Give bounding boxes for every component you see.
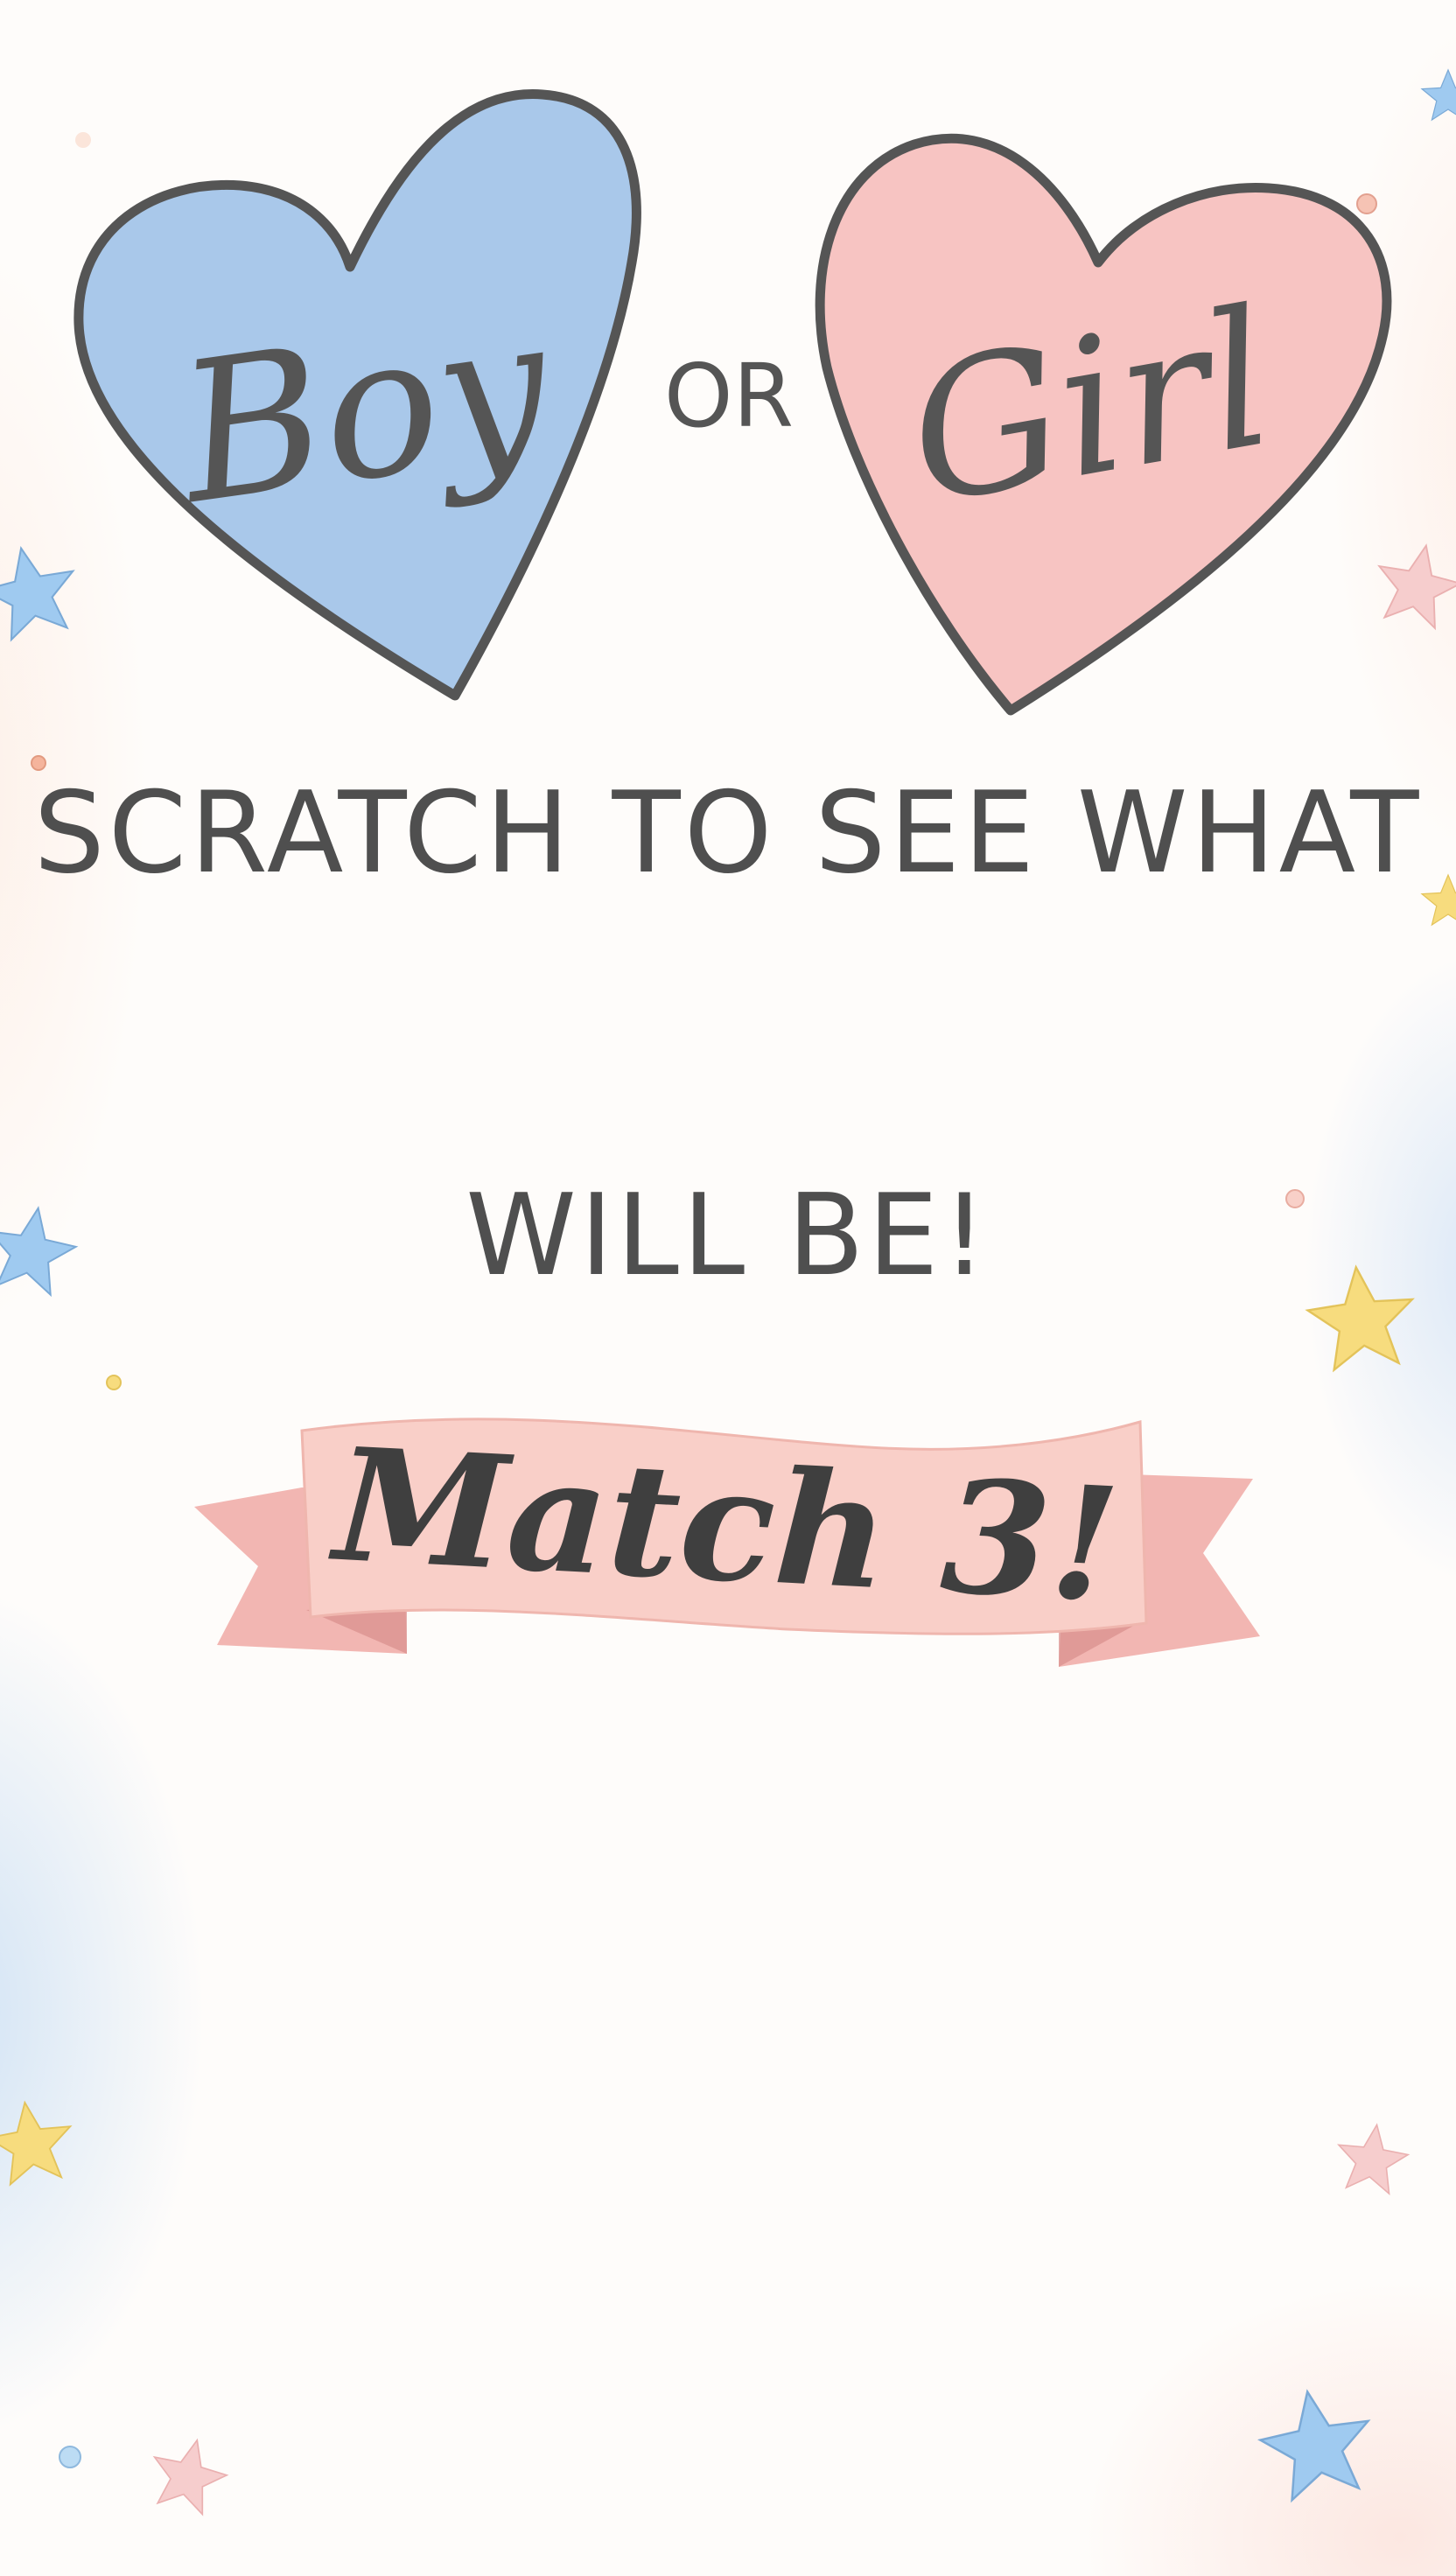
scratch-card-page: Boy OR Girl SCRATCH TO SEE WHAT WILL BE!… (0, 0, 1456, 2576)
match-banner: Match 3! (194, 1412, 1260, 1667)
